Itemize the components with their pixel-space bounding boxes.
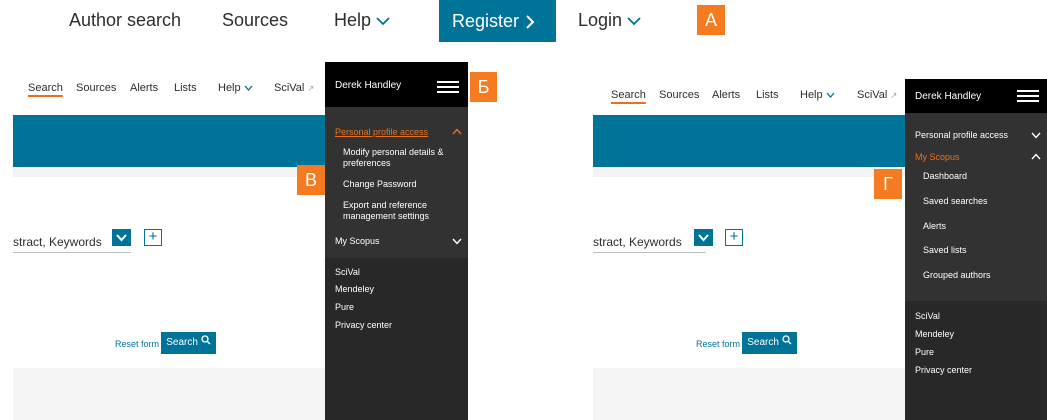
nav-scival[interactable]: SciVal ↗	[857, 89, 897, 101]
chevron-down-icon	[698, 234, 709, 242]
nav-scival-label: SciVal	[274, 82, 305, 94]
nav-lists[interactable]: Lists	[756, 89, 779, 101]
nav-sources[interactable]: Sources	[222, 8, 288, 32]
marker-b: Б	[470, 72, 497, 102]
menu-modify-personal-details-2[interactable]: preferences	[343, 158, 391, 169]
menu-export-settings[interactable]: Export and reference	[343, 200, 427, 211]
nav-search[interactable]: Search	[611, 89, 646, 101]
nav-help-label: Help	[800, 89, 823, 101]
nav-help[interactable]: Help	[218, 82, 253, 94]
menu-alerts[interactable]: Alerts	[923, 221, 946, 232]
footer-area	[13, 368, 325, 420]
plus-icon: +	[148, 228, 158, 245]
nav-search[interactable]: Search	[28, 82, 63, 94]
top-nav: Author search Sources Help Register Logi…	[0, 0, 1047, 42]
user-name: Derek Handley	[915, 91, 982, 102]
search-icon	[201, 335, 211, 345]
hamburger-menu-icon[interactable]	[437, 81, 459, 93]
nav-help[interactable]: Help	[334, 8, 390, 32]
register-button[interactable]: Register	[439, 0, 556, 42]
nav-login-label: Login	[578, 10, 623, 30]
field-selector[interactable]: stract, Keywords	[593, 235, 706, 253]
search-button-label: Search	[166, 337, 198, 348]
chevron-down-icon[interactable]	[1031, 132, 1041, 139]
menu-dashboard[interactable]: Dashboard	[923, 171, 967, 182]
marker-g: Г	[874, 169, 902, 199]
search-icon	[782, 335, 792, 345]
user-name: Derek Handley	[335, 80, 402, 91]
hero-band	[593, 115, 905, 167]
link-pure[interactable]: Pure	[335, 302, 354, 313]
right-account-drawer: Derek Handley Personal profile access My…	[905, 79, 1047, 420]
menu-saved-searches[interactable]: Saved searches	[923, 196, 988, 207]
external-link-icon: ↗	[890, 91, 898, 100]
nav-alerts[interactable]: Alerts	[130, 82, 158, 94]
nav-sources[interactable]: Sources	[76, 82, 116, 94]
chevron-down-icon	[244, 85, 253, 91]
chevron-down-icon	[627, 17, 641, 26]
chevron-up-icon[interactable]	[452, 128, 462, 135]
chevron-down-icon	[376, 17, 390, 26]
drawer-header: Derek Handley	[325, 62, 468, 107]
add-field-button[interactable]: +	[144, 229, 162, 246]
search-button[interactable]: Search	[161, 332, 216, 354]
menu-saved-lists[interactable]: Saved lists	[923, 245, 967, 256]
right-page-panel: Search Sources Alerts Lists Help SciVal …	[593, 62, 905, 420]
nav-scival[interactable]: SciVal ↗	[274, 82, 314, 94]
reset-form-link[interactable]: Reset form	[115, 339, 159, 349]
link-privacy-center[interactable]: Privacy center	[335, 320, 392, 331]
nav-login[interactable]: Login	[578, 8, 641, 32]
hero-band	[13, 115, 325, 167]
link-mendeley[interactable]: Mendeley	[335, 284, 374, 295]
nav-author-search[interactable]: Author search	[69, 8, 181, 32]
divider-band	[13, 167, 325, 177]
nav-help-label: Help	[218, 82, 241, 94]
divider-band	[593, 167, 905, 177]
menu-modify-personal-details[interactable]: Modify personal details &	[343, 147, 444, 158]
menu-grouped-authors[interactable]: Grouped authors	[923, 270, 991, 281]
link-scival[interactable]: SciVal	[915, 311, 940, 322]
drawer-links-section	[325, 258, 468, 420]
external-link-icon: ↗	[307, 84, 315, 93]
personal-profile-access[interactable]: Personal profile access	[915, 130, 1008, 141]
left-account-drawer: Derek Handley Personal profile access Mo…	[325, 62, 468, 420]
my-scopus[interactable]: My Scopus	[335, 236, 380, 247]
link-scival[interactable]: SciVal	[335, 267, 360, 278]
hamburger-menu-icon[interactable]	[1017, 90, 1039, 102]
dropdown-button[interactable]	[694, 229, 713, 246]
add-field-button[interactable]: +	[725, 229, 743, 246]
link-mendeley[interactable]: Mendeley	[915, 329, 954, 340]
my-scopus[interactable]: My Scopus	[915, 152, 960, 163]
nav-lists[interactable]: Lists	[174, 82, 197, 94]
search-button[interactable]: Search	[742, 332, 797, 354]
chevron-down-icon	[116, 234, 127, 242]
link-privacy-center[interactable]: Privacy center	[915, 365, 972, 376]
marker-a: А	[697, 5, 725, 35]
footer-area	[593, 368, 905, 420]
nav-alerts[interactable]: Alerts	[712, 89, 740, 101]
drawer-header: Derek Handley	[905, 79, 1047, 113]
personal-profile-access[interactable]: Personal profile access	[335, 127, 428, 138]
nav-sources[interactable]: Sources	[659, 89, 699, 101]
nav-help-label: Help	[334, 10, 372, 30]
menu-export-settings-2[interactable]: management settings	[343, 211, 429, 222]
plus-icon: +	[729, 228, 739, 245]
marker-v: В	[297, 165, 325, 195]
link-pure[interactable]: Pure	[915, 347, 934, 358]
chevron-down-icon[interactable]	[452, 238, 462, 245]
dropdown-button[interactable]	[112, 229, 131, 246]
chevron-down-icon	[826, 92, 835, 98]
search-button-label: Search	[747, 337, 779, 348]
chevron-up-icon[interactable]	[1031, 153, 1041, 160]
chevron-right-icon	[526, 15, 535, 29]
nav-help[interactable]: Help	[800, 89, 835, 101]
reset-form-link[interactable]: Reset form	[696, 339, 740, 349]
register-label: Register	[452, 11, 520, 31]
menu-change-password[interactable]: Change Password	[343, 179, 417, 190]
left-page-panel: Search Sources Alerts Lists Help SciVal …	[13, 62, 325, 420]
nav-scival-label: SciVal	[857, 89, 888, 101]
